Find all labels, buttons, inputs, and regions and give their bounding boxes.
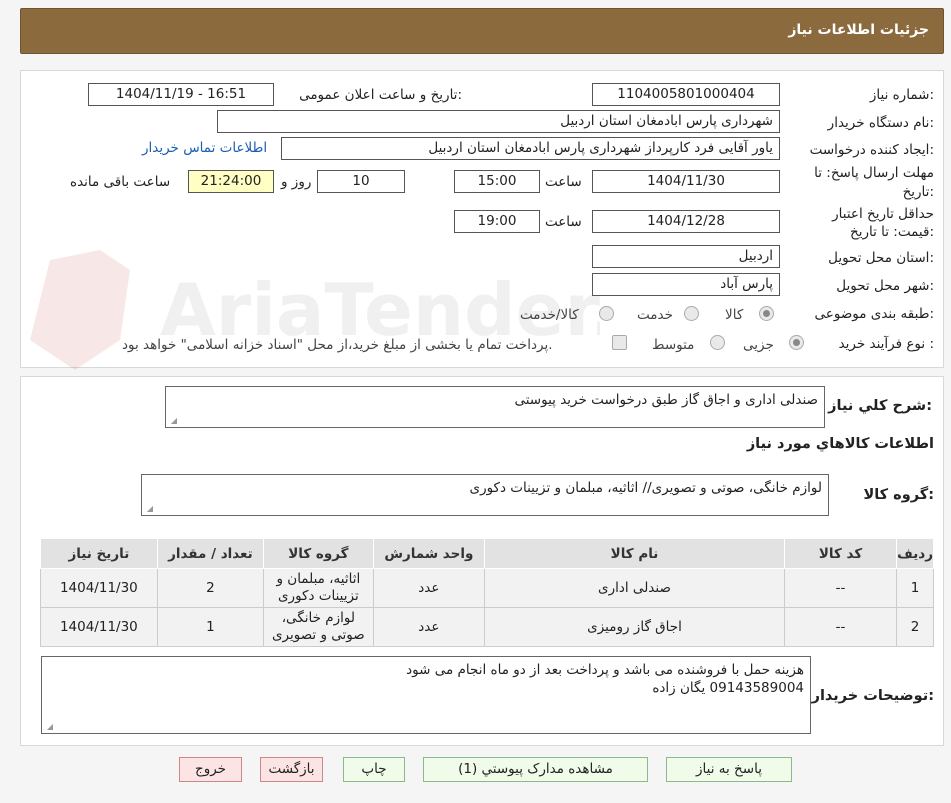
goods-table-header: ردیف کد کالا نام کالا واحد شمارش گروه کا… <box>40 538 934 569</box>
col-qty: تعداد / مقدار <box>156 538 265 569</box>
col-unit: واحد شمارش <box>372 538 486 569</box>
print-button[interactable]: چاپ <box>343 757 405 782</box>
deadline-time-label: ساعت <box>545 174 582 190</box>
deadline-label-2: تاریخ: <box>902 184 934 200</box>
buyer-org-label: نام دستگاه خریدار: <box>827 115 934 131</box>
exit-button[interactable]: خروج <box>179 757 242 782</box>
validity-time-label: ساعت <box>545 214 582 230</box>
col-code: کد کالا <box>783 538 898 569</box>
cell-date: 1404/11/30 <box>40 607 158 647</box>
deadline-date-field: 1404/11/30 <box>592 170 780 193</box>
process-option-medium: متوسط <box>652 337 695 353</box>
city-field: پارس آباد <box>592 273 780 296</box>
resize-grip-icon[interactable]: ◢ <box>145 505 153 513</box>
resize-grip-icon[interactable]: ◢ <box>45 723 53 731</box>
city-label: شهر محل تحویل: <box>836 278 934 294</box>
need-number-field: 1104005801000404 <box>592 83 780 106</box>
validity-label-2: قیمت: تا تاریخ: <box>849 224 934 240</box>
validity-date-field: 1404/12/28 <box>592 210 780 233</box>
validity-label-1: حداقل تاریخ اعتبار <box>832 206 934 222</box>
cell-row: 1 <box>896 568 934 608</box>
goods-table: ردیف کد کالا نام کالا واحد شمارش گروه کا… <box>40 538 934 647</box>
buyer-notes-line-1: هزینه حمل با فروشنده می باشد و پرداخت بع… <box>406 662 804 678</box>
goods-info-title: اطلاعات کالاهاي مورد نياز <box>746 436 934 452</box>
remaining-time-field: 21:24:00 <box>188 170 274 193</box>
cell-code: -- <box>783 568 898 608</box>
category-label: طبقه بندی موضوعی: <box>814 306 934 322</box>
deadline-label-1: مهلت ارسال پاسخ: تا <box>814 165 934 181</box>
creator-label: ایجاد کننده درخواست: <box>809 142 934 158</box>
goods-group-label: گروه کالا: <box>863 487 934 503</box>
buyer-contact-link[interactable]: اطلاعات تماس خریدار <box>142 140 267 156</box>
col-name: نام کالا <box>484 538 785 569</box>
view-documents-button[interactable]: مشاهده مدارک پیوستي (1) <box>423 757 648 782</box>
cell-code: -- <box>783 607 898 647</box>
buyer-notes-label: توضیحات خریدار: <box>811 688 934 704</box>
cell-qty: 1 <box>156 607 265 647</box>
cell-qty: 2 <box>156 568 265 608</box>
col-row: ردیف <box>896 538 934 569</box>
page-header: جزئیات اطلاعات نیاز <box>20 8 944 54</box>
process-option-minor: جزیی <box>743 337 774 353</box>
days-label: روز و <box>281 174 312 190</box>
summary-title-label: شرح کلي نياز: <box>828 398 932 414</box>
cell-name: صندلی اداری <box>484 568 785 608</box>
buyer-org-field: شهرداری پارس ابادمغان استان اردبیل <box>217 110 780 133</box>
remaining-label: ساعت باقی مانده <box>70 174 171 190</box>
cell-date: 1404/11/30 <box>40 568 158 608</box>
treasury-checkbox[interactable] <box>612 335 627 350</box>
announce-field: 1404/11/19 - 16:51 <box>88 83 274 106</box>
process-radio-medium[interactable] <box>710 335 725 350</box>
cell-group: لوازم خانگی، صوتی و تصویری <box>263 607 374 647</box>
col-date: تاریخ نیاز <box>40 538 158 569</box>
process-radio-minor[interactable] <box>789 335 804 350</box>
goods-group-textarea: لوازم خانگی، صوتی و تصویری// اثاثیه، مبل… <box>141 474 829 516</box>
validity-time-field: 19:00 <box>454 210 540 233</box>
table-row: 2 -- اجاق گاز رومیزی عدد لوازم خانگی، صو… <box>40 607 934 647</box>
cell-group: اثاثیه، مبلمان و تزیینات دکوری <box>263 568 374 608</box>
goods-group-text: لوازم خانگی، صوتی و تصویری// اثاثیه، مبل… <box>469 480 823 496</box>
table-row: 1 -- صندلی اداری عدد اثاثیه، مبلمان و تز… <box>40 568 934 608</box>
province-label: استان محل تحویل: <box>828 250 934 266</box>
resize-grip-icon[interactable]: ◢ <box>169 417 177 425</box>
category-option-goods-service: کالا/خدمت <box>520 307 579 323</box>
province-field: اردبیل <box>592 245 780 268</box>
category-radio-goods[interactable] <box>759 306 774 321</box>
creator-field: یاور آقایی فرد کارپرداز شهرداری پارس ابا… <box>281 137 780 160</box>
process-label: نوع فرآیند خرید : <box>838 336 934 352</box>
category-option-service: خدمت <box>637 307 673 323</box>
buyer-notes-textarea: هزینه حمل با فروشنده می باشد و پرداخت بع… <box>41 656 811 734</box>
buyer-notes-line-2: 09143589004 یگان زاده <box>652 680 804 696</box>
announce-label: تاریخ و ساعت اعلان عمومی: <box>299 87 462 103</box>
category-option-goods: کالا <box>725 307 744 323</box>
reply-button[interactable]: پاسخ به نیاز <box>666 757 792 782</box>
back-button[interactable]: بازگشت <box>260 757 323 782</box>
summary-textarea: صندلی اداری و اجاق گاز طبق درخواست خرید … <box>165 386 825 428</box>
category-radio-service[interactable] <box>684 306 699 321</box>
cell-unit: عدد <box>372 568 486 608</box>
col-group: گروه کالا <box>263 538 374 569</box>
summary-text: صندلی اداری و اجاق گاز طبق درخواست خرید … <box>514 392 818 408</box>
page-title: جزئیات اطلاعات نیاز <box>788 22 929 38</box>
deadline-time-field: 15:00 <box>454 170 540 193</box>
days-field: 10 <box>317 170 405 193</box>
need-number-label: شماره نیاز: <box>869 87 934 103</box>
cell-row: 2 <box>896 607 934 647</box>
payment-note: پرداخت تمام یا بخشی از مبلغ خرید،از محل … <box>122 337 553 353</box>
cell-name: اجاق گاز رومیزی <box>484 607 785 647</box>
category-radio-goods-service[interactable] <box>599 306 614 321</box>
cell-unit: عدد <box>372 607 486 647</box>
